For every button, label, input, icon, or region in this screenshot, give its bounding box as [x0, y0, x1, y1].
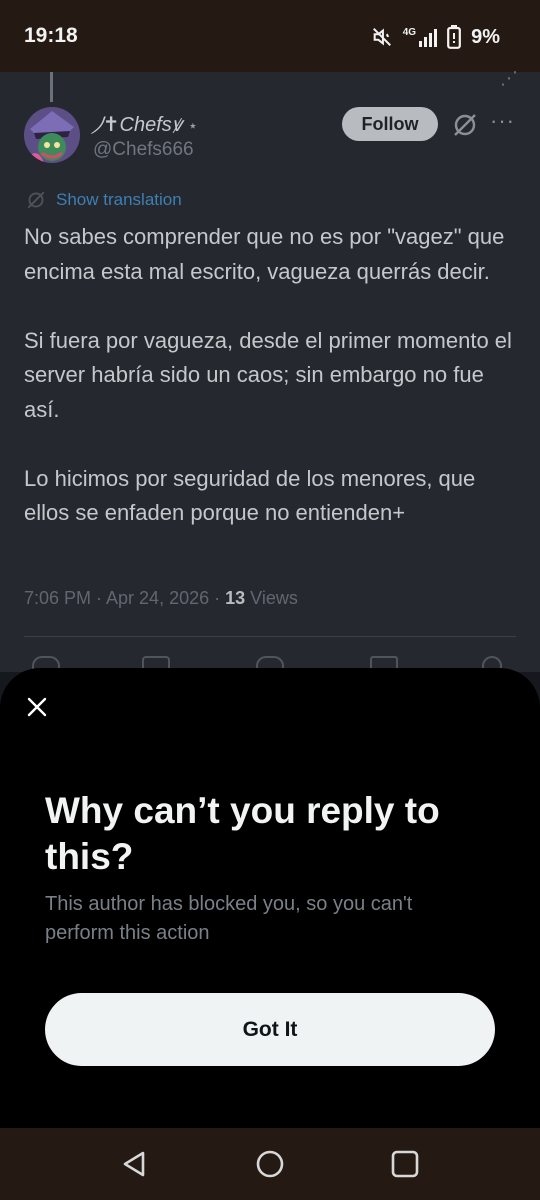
back-button[interactable] [116, 1146, 152, 1182]
sheet-description: This author has blocked you, so you can'… [45, 893, 413, 944]
tweet-paragraph: Si fuera por vagueza, desde el primer mo… [24, 327, 512, 422]
status-bar: 19:18 4G 9% [0, 0, 540, 72]
recents-button[interactable] [387, 1146, 423, 1182]
divider [24, 636, 516, 637]
views-count: 13 [225, 588, 246, 608]
display-name-text: ⵰✝Chefsꝟ [93, 114, 182, 136]
close-button[interactable] [22, 692, 52, 722]
show-translation-link[interactable]: Show translation [26, 190, 182, 210]
parent-more-icon: ⋰ [500, 68, 518, 88]
user-handle[interactable]: @Chefs666 [93, 139, 194, 161]
recents-square-icon [391, 1150, 419, 1178]
tweet-detail: ⋰ ⵰✝Chefsꝟ ⋆ @Chefs666 Follow ··· Show tr… [0, 68, 540, 676]
got-it-button[interactable]: Got It [45, 993, 495, 1066]
network-type: 4G [402, 27, 417, 38]
mute-icon [372, 28, 391, 46]
blocked-reply-sheet: Why can’t you reply to this? This author… [0, 668, 540, 1128]
display-name[interactable]: ⵰✝Chefsꝟ ⋆ [93, 110, 198, 137]
avatar[interactable] [24, 107, 80, 163]
tweet-text: No sabes comprender que no es por "vagez… [24, 220, 519, 531]
follow-button[interactable]: Follow [342, 107, 438, 141]
battery-percent: 9% [471, 25, 500, 48]
show-translation-label: Show translation [56, 190, 182, 209]
home-button[interactable] [252, 1146, 288, 1182]
thread-line [50, 72, 53, 102]
more-options-icon[interactable]: ··· [490, 110, 516, 138]
status-icons: 4G 9% [371, 24, 500, 50]
home-circle-icon [256, 1150, 284, 1178]
tweet-meta: 7:06 PM · Apr 24, 2026 · 13 Views [24, 588, 298, 609]
grok-icon[interactable] [452, 112, 478, 138]
back-triangle-icon [123, 1151, 145, 1177]
grok-translate-icon [27, 191, 45, 209]
battery-icon [447, 25, 461, 49]
verified-mark: ⋆ [187, 118, 198, 135]
status-time: 19:18 [24, 24, 78, 47]
signal-icon: 4G [402, 27, 438, 47]
tweet-paragraph: Lo hicimos por seguridad de los menores,… [24, 465, 476, 526]
system-nav-bar [0, 1128, 540, 1200]
views-label: Views [245, 588, 298, 608]
tweet-timestamp: 7:06 PM · Apr 24, 2026 · [24, 588, 226, 608]
tweet-paragraph: No sabes comprender que no es por "vagez… [24, 224, 505, 284]
sheet-title: Why can’t you reply to this? [45, 790, 440, 877]
close-icon [27, 697, 47, 717]
